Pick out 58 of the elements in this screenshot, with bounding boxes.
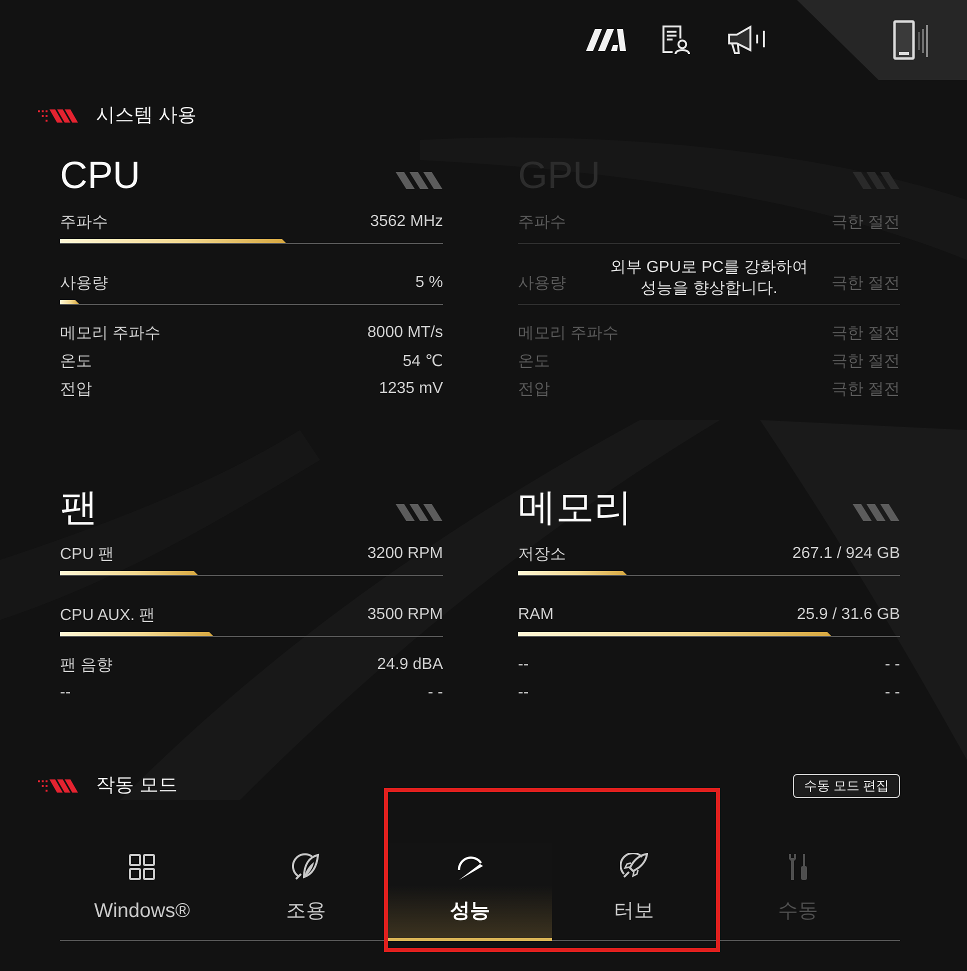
metric-label: 저장소 [518,544,566,564]
slanted-bars-icon[interactable] [586,29,626,51]
metric-value: - - [884,684,900,702]
megaphone-icon[interactable] [727,25,766,55]
phone-icon[interactable] [893,20,929,60]
metric-value: - - [884,656,900,674]
metric-label: 사용량 [518,274,566,294]
metric-label: 사용량 [60,274,108,294]
metric-value: 극한 절전 [832,324,900,344]
grid-icon [128,853,156,881]
metric-value: 극한 절전 [832,212,900,232]
dotted-stripes-icon [38,109,78,123]
metric-value: 극한 절전 [832,380,900,400]
mode-tab[interactable]: 터보 [552,843,716,941]
stripes-icon [395,504,443,520]
metric-value: 25.9 / 31.6 GB [796,606,900,624]
card-title: CPU [60,156,140,196]
metric-label: 메모리 주파수 [518,324,618,344]
mode-tab[interactable]: 조용 [224,843,388,941]
metric-label: -- [518,656,529,674]
metric-value: 극한 절전 [832,274,900,294]
metric-label: CPU 팬 [60,544,114,564]
metric-label: 팬 음향 [60,656,112,676]
metric-label: 전압 [518,380,550,400]
metric-label: -- [518,684,529,702]
metric-value: 극한 절전 [832,352,900,372]
metric-value: 24.9 dBA [377,656,443,674]
metric-value: 8000 MT/s [367,324,443,342]
mode-tab[interactable]: Windows® [60,843,224,941]
dotted-stripes-icon [38,779,78,793]
notice-text: 외부 GPU로 PC를 강화하여 성능을 향상합니다. [608,258,810,299]
metric-label: -- [60,684,71,702]
section-title: 작동 모드 [96,774,178,798]
card-title: 팬 [60,488,98,528]
stripes-icon [395,172,443,188]
leaf-gauge-icon [292,853,320,881]
metric-label: 온도 [60,352,92,372]
metric-label: RAM [518,606,554,624]
metric-label: 메모리 주파수 [60,324,160,344]
metric-value: 3562 MHz [370,213,443,231]
metric-value: 267.1 / 924 GB [792,545,900,563]
metric-value: 3500 RPM [367,606,443,624]
metric-label: 주파수 [60,212,108,232]
stripes-icon [852,172,900,188]
metric-value: 54 ℃ [402,352,443,371]
section-title: 시스템 사용 [96,104,196,128]
metric-value: 1235 mV [378,380,443,398]
card-title: 메모리 [518,488,632,528]
metric-value: 5 % [415,274,443,292]
document-person-icon[interactable] [662,25,691,55]
metric-label: 주파수 [518,212,566,232]
metric-label: 온도 [518,352,550,372]
stripes-icon [852,504,900,520]
metric-label: CPU AUX. 팬 [60,606,156,626]
edit-manual-mode-button[interactable]: 수동 모드 편집 [792,774,900,798]
metric-value: - - [428,684,443,702]
metric-label: 전압 [60,380,92,400]
metric-value: 3200 RPM [367,545,443,563]
